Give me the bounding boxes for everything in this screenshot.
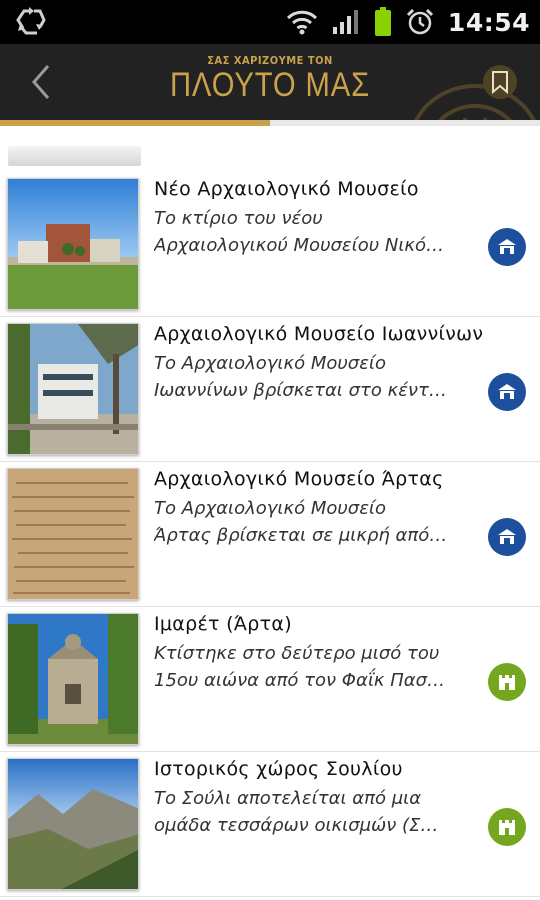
site-title: Αρχαιολογικό Μουσείο Άρτας bbox=[154, 468, 444, 490]
wifi-icon bbox=[286, 10, 317, 35]
site-title: Ιστορικός χώρος Σουλίου bbox=[154, 758, 403, 780]
castle-icon bbox=[488, 808, 526, 846]
progress-fill bbox=[0, 120, 270, 126]
site-thumbnail bbox=[7, 758, 139, 890]
logo-title: ΠΛΟΥΤΟ ΜΑΣ bbox=[169, 66, 371, 104]
app-logo: ΣΑΣ ΧΑΡΙΖΟΥΜΕ ΤΟΝ ΠΛΟΥΤΟ ΜΑΣ bbox=[150, 52, 390, 114]
list-item[interactable]: Αρχαιολογικό Μουσείο Άρτας Το Αρχαιολογι… bbox=[0, 462, 540, 607]
clock: 14:54 bbox=[447, 7, 530, 37]
list-item[interactable]: Αρχαιολογικό Μουσείο Ιωαννίνων Το Αρχαιο… bbox=[0, 317, 540, 462]
signal-icon bbox=[332, 10, 358, 34]
site-title: Αρχαιολογικό Μουσείο Ιωαννίνων bbox=[154, 323, 484, 345]
list-item[interactable]: Ιμαρέτ (Άρτα) Κτίστηκε στο δεύτερο μισό … bbox=[0, 607, 540, 752]
status-bar: 14:54 bbox=[0, 0, 540, 44]
site-thumbnail bbox=[7, 323, 139, 455]
monument-decoration-icon bbox=[414, 84, 536, 120]
bookmark-icon[interactable] bbox=[482, 64, 518, 100]
loading-progress-bar bbox=[0, 120, 540, 126]
site-description: Το Αρχαιολογικό Μουσείο Ιωαννίνων βρίσκε… bbox=[154, 353, 447, 401]
app-bar: ΣΑΣ ΧΑΡΙΖΟΥΜΕ ΤΟΝ ΠΛΟΥΤΟ ΜΑΣ bbox=[0, 44, 540, 120]
list-item[interactable]: Ιστορικός χώρος Σουλίου Το Σούλι αποτελε… bbox=[0, 752, 540, 897]
site-description: Κτίστηκε στο δεύτερο μισό του 15ου αιώνα… bbox=[154, 643, 446, 691]
battery-icon bbox=[374, 7, 391, 36]
list-item[interactable]: Νέο Αρχαιολογικό Μουσείο Το κτίριο του ν… bbox=[0, 172, 540, 317]
museum-icon bbox=[488, 518, 526, 556]
site-description: Το κτίριο του νέου Αρχαιολογικού Μουσείο… bbox=[154, 208, 445, 256]
site-thumbnail bbox=[7, 178, 139, 310]
site-thumbnail bbox=[7, 613, 139, 745]
placeholder-bar bbox=[8, 146, 141, 166]
museum-icon bbox=[488, 373, 526, 411]
recycle-icon bbox=[16, 7, 46, 35]
site-title: Ιμαρέτ (Άρτα) bbox=[154, 613, 292, 635]
alarm-icon bbox=[406, 8, 433, 35]
castle-icon bbox=[488, 663, 526, 701]
museum-icon bbox=[488, 228, 526, 266]
site-description: Το Σούλι αποτελείται από μια ομάδα τεσσά… bbox=[154, 788, 439, 836]
sites-list: Νέο Αρχαιολογικό Μουσείο Το κτίριο του ν… bbox=[0, 172, 540, 897]
site-thumbnail bbox=[7, 468, 139, 600]
site-description: Το Αρχαιολογικό Μουσείο Άρτας βρίσκεται … bbox=[154, 498, 448, 546]
site-title: Νέο Αρχαιολογικό Μουσείο bbox=[154, 178, 419, 200]
back-chevron-icon[interactable] bbox=[26, 62, 56, 102]
